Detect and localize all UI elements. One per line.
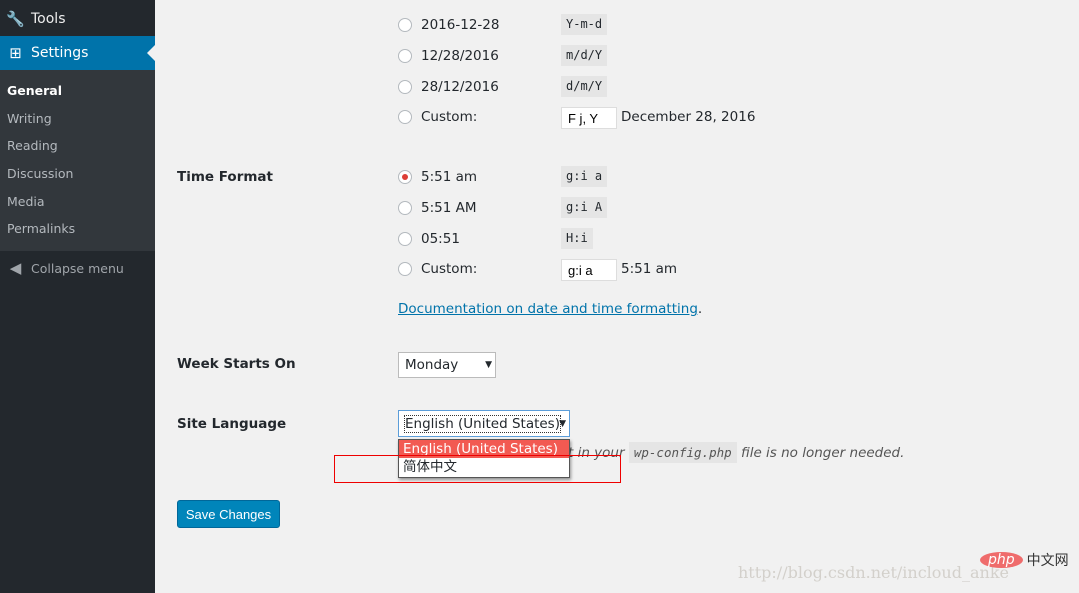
format-code: g:i A bbox=[561, 197, 608, 218]
time-format-label: Time Format bbox=[177, 169, 273, 185]
option-label: 28/12/2016 bbox=[421, 79, 499, 95]
dropdown-arrow-icon: ▼ bbox=[559, 418, 566, 429]
select-value: English (United States) bbox=[404, 414, 561, 433]
doc-link[interactable]: Documentation on date and time formattin… bbox=[398, 301, 698, 317]
radio[interactable] bbox=[398, 49, 412, 63]
collapse-menu[interactable]: ◀ Collapse menu bbox=[0, 251, 155, 285]
time-option[interactable]: 5:51 AM bbox=[398, 198, 477, 218]
date-option[interactable]: 2016-12-28 bbox=[398, 15, 499, 35]
radio[interactable] bbox=[398, 201, 412, 215]
format-code: m/d/Y bbox=[561, 45, 608, 66]
dropdown-arrow-icon: ▼ bbox=[485, 360, 492, 370]
option-label: 12/28/2016 bbox=[421, 48, 499, 64]
admin-sidebar: 🔧 Tools ⊞ Settings General Writing Reading… bbox=[0, 0, 155, 593]
option-label: Custom: bbox=[421, 261, 478, 277]
date-custom-input[interactable] bbox=[561, 107, 617, 129]
format-code: d/m/Y bbox=[561, 76, 608, 97]
radio[interactable] bbox=[398, 110, 412, 124]
format-code: g:i a bbox=[561, 166, 608, 187]
option-label: 5:51 am bbox=[421, 169, 478, 185]
desc-code: wp-config.php bbox=[628, 442, 737, 463]
menu-label: Settings bbox=[31, 45, 89, 61]
option-label: 05:51 bbox=[421, 231, 460, 247]
menu-label: Collapse menu bbox=[31, 260, 124, 276]
logo-php: php bbox=[980, 552, 1023, 568]
submenu-reading[interactable]: Reading bbox=[0, 132, 155, 160]
option-label: 2016-12-28 bbox=[421, 17, 500, 33]
settings-submenu: General Writing Reading Discussion Media… bbox=[0, 70, 155, 251]
radio[interactable] bbox=[398, 18, 412, 32]
date-preview: December 28, 2016 bbox=[621, 109, 756, 125]
wrench-icon: 🔧 bbox=[6, 10, 25, 28]
menu-tools[interactable]: 🔧 Tools bbox=[0, 2, 155, 36]
logo-cn: 中文网 bbox=[1026, 553, 1069, 569]
format-code: H:i bbox=[561, 228, 593, 249]
time-preview: 5:51 am bbox=[621, 261, 678, 277]
submenu-permalinks[interactable]: Permalinks bbox=[0, 215, 155, 243]
time-option[interactable]: 5:51 am bbox=[398, 167, 477, 187]
save-changes-button[interactable]: Save Changes bbox=[177, 500, 280, 528]
submenu-media[interactable]: Media bbox=[0, 188, 155, 216]
submenu-general[interactable]: General bbox=[0, 77, 155, 105]
annotation-box bbox=[334, 455, 621, 483]
desc-text: file is no longer needed. bbox=[740, 445, 905, 461]
option-label: 5:51 AM bbox=[421, 200, 477, 216]
radio-selected[interactable] bbox=[398, 170, 412, 184]
format-code: Y-m-d bbox=[561, 14, 608, 35]
date-option[interactable]: 28/12/2016 bbox=[398, 77, 499, 97]
submenu-discussion[interactable]: Discussion bbox=[0, 160, 155, 188]
select-value: Monday bbox=[405, 357, 459, 373]
watermark: http://blog.csdn.net/incloud_anke bbox=[738, 563, 1009, 582]
site-language-select[interactable]: English (United States) ▼ bbox=[398, 410, 570, 437]
radio[interactable] bbox=[398, 232, 412, 246]
menu-label: Tools bbox=[31, 11, 66, 27]
doc-suffix: . bbox=[697, 301, 703, 317]
collapse-icon: ◀ bbox=[9, 259, 22, 277]
week-start-select[interactable]: Monday ▼ bbox=[398, 352, 496, 378]
time-custom-input[interactable] bbox=[561, 259, 617, 281]
time-option-custom[interactable]: Custom: bbox=[398, 259, 477, 279]
radio[interactable] bbox=[398, 80, 412, 94]
settings-icon: ⊞ bbox=[9, 44, 22, 62]
submenu-writing[interactable]: Writing bbox=[0, 105, 155, 133]
date-option[interactable]: 12/28/2016 bbox=[398, 46, 499, 66]
site-language-label: Site Language bbox=[177, 416, 287, 432]
radio[interactable] bbox=[398, 262, 412, 276]
option-label: Custom: bbox=[421, 109, 478, 125]
menu-settings[interactable]: ⊞ Settings bbox=[0, 36, 155, 70]
date-option-custom[interactable]: Custom: bbox=[398, 107, 477, 127]
week-starts-label: Week Starts On bbox=[177, 356, 296, 372]
php-cn-logo: php 中文网 bbox=[980, 550, 1069, 570]
time-option[interactable]: 05:51 bbox=[398, 229, 460, 249]
